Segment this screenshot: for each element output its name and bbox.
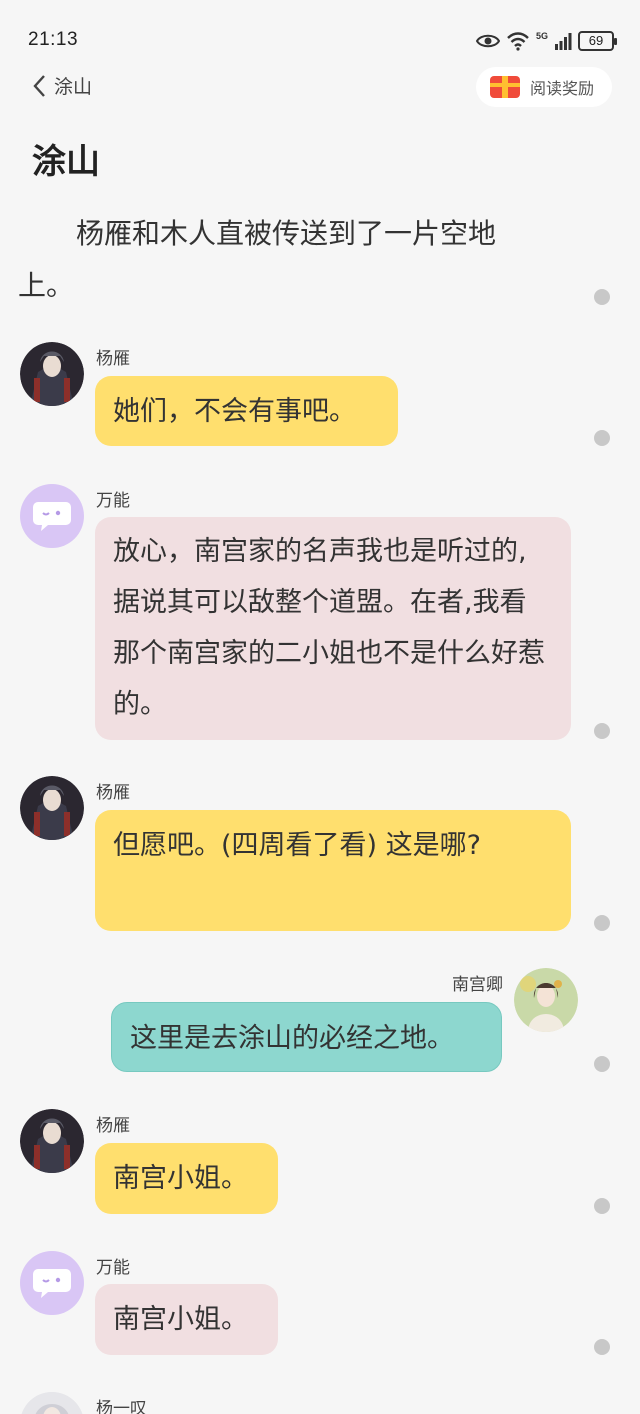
speaker-name: 杨一叹 xyxy=(96,1399,147,1414)
reward-label: 阅读奖励 xyxy=(529,79,594,98)
chat-bubble: 但愿吧。(四周看了看) 这是哪? xyxy=(95,810,571,931)
nav-bar: 涂山 阅读奖励 xyxy=(0,62,640,112)
comment-dot[interactable] xyxy=(594,915,610,931)
wifi-icon xyxy=(507,32,529,51)
avatar-yangyan[interactable] xyxy=(20,776,84,840)
eye-icon xyxy=(475,34,500,48)
back-label: 涂山 xyxy=(54,76,93,98)
chat-bubble: 她们，不会有事吧。 xyxy=(95,376,398,446)
chat-bubble: 南宫小姐。 xyxy=(95,1143,278,1214)
speaker-name: 南宫卿 xyxy=(452,975,503,995)
comment-dot[interactable] xyxy=(594,1198,610,1214)
speaker-name: 万能 xyxy=(96,491,130,511)
character-avatar-icon xyxy=(514,968,578,1032)
narration-text: 杨雁和木人直被传送到了一片空地上。 xyxy=(18,217,497,302)
speaker-name: 杨雁 xyxy=(96,1116,130,1136)
speaker-name: 杨雁 xyxy=(96,349,130,369)
avatar-nangongqing[interactable] xyxy=(514,968,578,1032)
character-avatar-icon xyxy=(20,776,84,840)
chat-bubble: 放心，南宫家的名声我也是听过的,据说其可以敌整个道盟。在者,我看那个南宫家的二小… xyxy=(95,517,571,740)
status-time: 21:13 xyxy=(28,29,79,50)
speaker-name: 万能 xyxy=(96,1258,130,1278)
character-avatar-icon xyxy=(20,342,84,406)
gift-icon xyxy=(489,76,520,98)
avatar-wanneng[interactable] xyxy=(20,484,84,548)
battery-indicator: 69 xyxy=(578,31,617,51)
reading-reward-button[interactable]: 阅读奖励 xyxy=(475,67,612,107)
comment-dot[interactable] xyxy=(594,1339,610,1355)
character-avatar-icon xyxy=(20,1109,84,1173)
chat-bubble-icon xyxy=(33,502,71,531)
signal-icon xyxy=(555,33,572,50)
avatar-yangyitan[interactable] xyxy=(20,1392,84,1414)
speaker-name: 杨雁 xyxy=(96,783,130,803)
chat-bubble: 南宫小姐。 xyxy=(95,1284,278,1355)
chevron-left-icon xyxy=(33,74,45,97)
network-type: 5G xyxy=(535,31,548,41)
chat-bubble-icon xyxy=(33,1269,71,1298)
avatar-yangyan[interactable] xyxy=(20,342,84,406)
avatar-wanneng[interactable] xyxy=(20,1251,84,1315)
back-button[interactable]: 涂山 xyxy=(32,72,92,99)
status-icons: 5G 69 xyxy=(475,28,617,54)
comment-dot[interactable] xyxy=(594,430,610,446)
chat-bubble: 这里是去涂山的必经之地。 xyxy=(111,1002,502,1072)
comment-dot[interactable] xyxy=(594,289,610,305)
avatar-yangyan[interactable] xyxy=(20,1109,84,1173)
comment-dot[interactable] xyxy=(594,1056,610,1072)
comment-dot[interactable] xyxy=(594,723,610,739)
character-avatar-icon xyxy=(21,1392,83,1414)
chapter-title: 涂山 xyxy=(32,142,100,182)
